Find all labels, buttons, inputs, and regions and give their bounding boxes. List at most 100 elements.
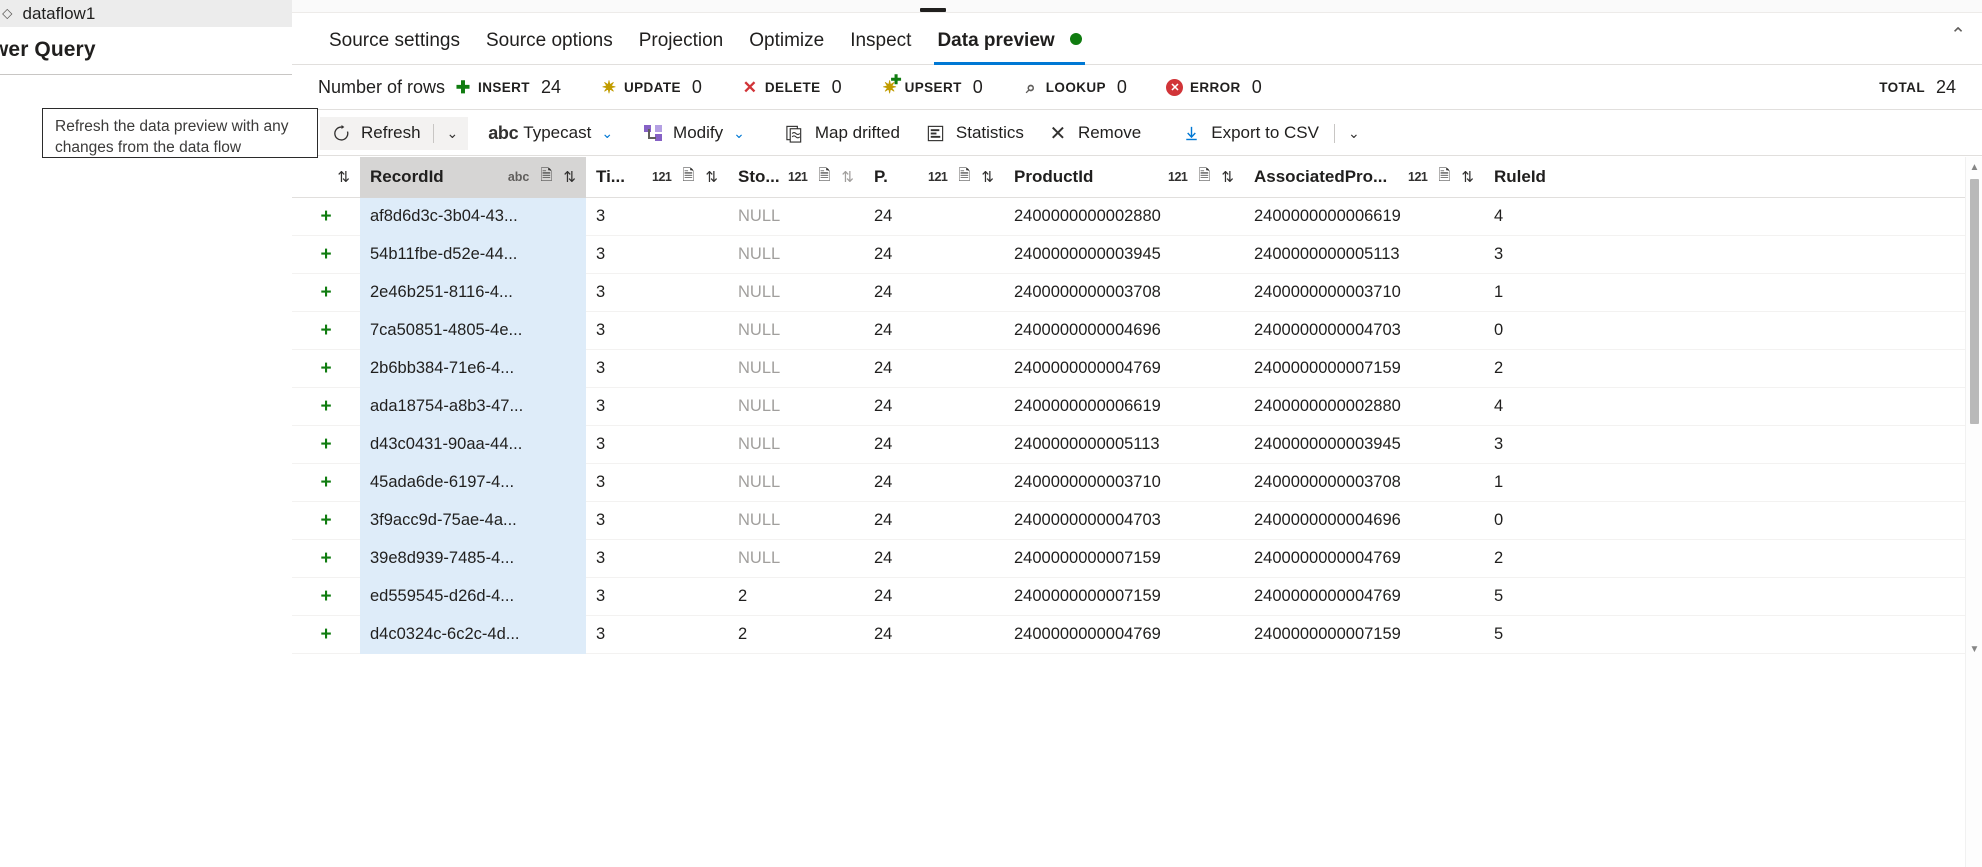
cell-productid[interactable]: 2400000000002880	[1004, 198, 1244, 236]
remove-button[interactable]: ✕ Remove	[1037, 117, 1150, 150]
cell-productid[interactable]: 2400000000007159	[1004, 578, 1244, 616]
map-column-icon[interactable]: 🗎	[682, 165, 694, 190]
map-column-icon[interactable]: 🗎	[1438, 165, 1450, 190]
map-column-icon[interactable]: 🗎	[818, 165, 830, 190]
cell-ti[interactable]: 3	[586, 198, 728, 236]
cell-sto[interactable]: NULL	[728, 274, 864, 312]
table-row[interactable]: +2e46b251-8116-4... 3 NULL 24 24000000000037…	[292, 273, 1982, 312]
sort-icon[interactable]: ⇅	[337, 168, 350, 186]
tab-source-settings[interactable]: Source settings	[316, 30, 473, 64]
cell-p[interactable]: 24	[864, 426, 1004, 464]
export-to-csv-button[interactable]: Export to CSV	[1170, 117, 1328, 150]
cell-associatedproductid[interactable]: 2400000000004696	[1244, 502, 1484, 540]
cell-ruleid[interactable]: 2	[1484, 350, 1604, 388]
sort-icon[interactable]: ⇅	[1221, 168, 1234, 186]
tab-inspect[interactable]: Inspect	[837, 30, 924, 64]
cell-recordid[interactable]: af8d6d3c-3b04-43...	[360, 197, 586, 236]
column-header-productid[interactable]: ProductId 121 🗎 ⇅	[1004, 157, 1244, 198]
table-row[interactable]: +45ada6de-6197-4... 3 NULL 24 24000000000037…	[292, 463, 1982, 502]
cell-associatedproductid[interactable]: 2400000000007159	[1244, 350, 1484, 388]
modify-button[interactable]: Modify ⌄	[632, 117, 764, 150]
panel-drag-handle[interactable]	[920, 8, 946, 12]
cell-associatedproductid[interactable]: 2400000000002880	[1244, 388, 1484, 426]
cell-ti[interactable]: 3	[586, 426, 728, 464]
cell-productid[interactable]: 2400000000003708	[1004, 274, 1244, 312]
cell-ti[interactable]: 3	[586, 616, 728, 654]
typecast-button[interactable]: abc Typecast ⌄	[482, 117, 632, 150]
tab-data-preview[interactable]: Data preview	[924, 30, 1095, 65]
cell-productid[interactable]: 2400000000004769	[1004, 350, 1244, 388]
cell-p[interactable]: 24	[864, 236, 1004, 274]
cell-ruleid[interactable]: 1	[1484, 274, 1604, 312]
sort-icon[interactable]: ⇅	[841, 168, 854, 186]
cell-ruleid[interactable]: 0	[1484, 502, 1604, 540]
cell-sto[interactable]: NULL	[728, 312, 864, 350]
cell-recordid[interactable]: ed559545-d26d-4...	[360, 577, 586, 616]
cell-associatedproductid[interactable]: 2400000000006619	[1244, 198, 1484, 236]
map-column-icon[interactable]: 🗎	[540, 165, 552, 190]
cell-recordid[interactable]: d4c0324c-6c2c-4d...	[360, 615, 586, 654]
cell-recordid[interactable]: 45ada6de-6197-4...	[360, 463, 586, 502]
cell-p[interactable]: 24	[864, 540, 1004, 578]
table-row[interactable]: + d43c0431-90aa-44... 3 NULL 24 2400000000005…	[292, 425, 1982, 464]
cell-p[interactable]: 24	[864, 312, 1004, 350]
cell-associatedproductid[interactable]: 2400000000004769	[1244, 578, 1484, 616]
cell-associatedproductid[interactable]: 2400000000004769	[1244, 540, 1484, 578]
cell-sto[interactable]: 2	[728, 578, 864, 616]
grid-vertical-scrollbar[interactable]: ▲ ▼	[1965, 157, 1982, 867]
cell-recordid[interactable]: d43c0431-90aa-44...	[360, 425, 586, 464]
tab-source-options[interactable]: Source options	[473, 30, 626, 64]
tab-projection[interactable]: Projection	[626, 30, 737, 64]
column-header-associatedproductid[interactable]: AssociatedPro... 121 🗎 ⇅	[1244, 157, 1484, 198]
cell-ti[interactable]: 3	[586, 464, 728, 502]
cell-sto[interactable]: NULL	[728, 388, 864, 426]
row-insert-marker-icon[interactable]: +	[292, 198, 360, 236]
table-row[interactable]: + d4c0324c-6c2c-4d... 3 2 24 2400000000004769…	[292, 615, 1982, 654]
cell-p[interactable]: 24	[864, 616, 1004, 654]
map-drifted-button[interactable]: Map drifted	[774, 117, 909, 150]
cell-associatedproductid[interactable]: 2400000000007159	[1244, 616, 1484, 654]
sort-icon[interactable]: ⇅	[563, 168, 576, 186]
table-row[interactable]: +2b6bb384-71e6-4... 3 NULL 24 24000000000047…	[292, 349, 1982, 388]
cell-productid[interactable]: 2400000000003945	[1004, 236, 1244, 274]
export-dropdown-chevron-icon[interactable]: ⌄	[1338, 125, 1370, 142]
column-header-p[interactable]: P. 121 🗎 ⇅	[864, 157, 1004, 198]
statistics-button[interactable]: Statistics	[915, 117, 1033, 150]
cell-sto[interactable]: NULL	[728, 540, 864, 578]
row-insert-marker-icon[interactable]: +	[292, 426, 360, 464]
row-insert-marker-icon[interactable]: +	[292, 616, 360, 654]
table-row[interactable]: + ada18754-a8b3-47... 3 NULL 24 2400000000006…	[292, 387, 1982, 426]
row-insert-marker-icon[interactable]: +	[292, 578, 360, 616]
cell-sto[interactable]: NULL	[728, 198, 864, 236]
cell-ti[interactable]: 3	[586, 312, 728, 350]
row-insert-marker-icon[interactable]: +	[292, 540, 360, 578]
cell-recordid[interactable]: 2e46b251-8116-4...	[360, 273, 586, 312]
row-insert-marker-icon[interactable]: +	[292, 464, 360, 502]
cell-p[interactable]: 24	[864, 502, 1004, 540]
cell-ruleid[interactable]: 5	[1484, 616, 1604, 654]
cell-associatedproductid[interactable]: 2400000000003945	[1244, 426, 1484, 464]
cell-productid[interactable]: 2400000000004703	[1004, 502, 1244, 540]
column-header-recordid[interactable]: RecordId abc 🗎 ⇅	[360, 157, 586, 198]
table-row[interactable]: +39e8d939-7485-4... 3 NULL 24 24000000000071…	[292, 539, 1982, 578]
refresh-button[interactable]: Refresh	[320, 117, 430, 150]
row-insert-marker-icon[interactable]: +	[292, 312, 360, 350]
column-header-sto[interactable]: Sto... 121 🗎 ⇅	[728, 157, 864, 198]
cell-p[interactable]: 24	[864, 464, 1004, 502]
cell-productid[interactable]: 2400000000005113	[1004, 426, 1244, 464]
cell-productid[interactable]: 2400000000006619	[1004, 388, 1244, 426]
cell-p[interactable]: 24	[864, 274, 1004, 312]
cell-ti[interactable]: 3	[586, 350, 728, 388]
cell-recordid[interactable]: 3f9acc9d-75ae-4a...	[360, 501, 586, 540]
cell-ruleid[interactable]: 2	[1484, 540, 1604, 578]
cell-sto[interactable]: NULL	[728, 350, 864, 388]
sort-icon[interactable]: ⇅	[981, 168, 994, 186]
cell-ti[interactable]: 3	[586, 540, 728, 578]
cell-recordid[interactable]: 2b6bb384-71e6-4...	[360, 349, 586, 388]
cell-ti[interactable]: 3	[586, 578, 728, 616]
cell-sto[interactable]: NULL	[728, 426, 864, 464]
column-header-ti[interactable]: Ti... 121 🗎 ⇅	[586, 157, 728, 198]
scrollbar-thumb[interactable]	[1970, 179, 1979, 424]
cell-sto[interactable]: NULL	[728, 464, 864, 502]
scroll-up-arrow-icon[interactable]: ▲	[1966, 159, 1982, 176]
